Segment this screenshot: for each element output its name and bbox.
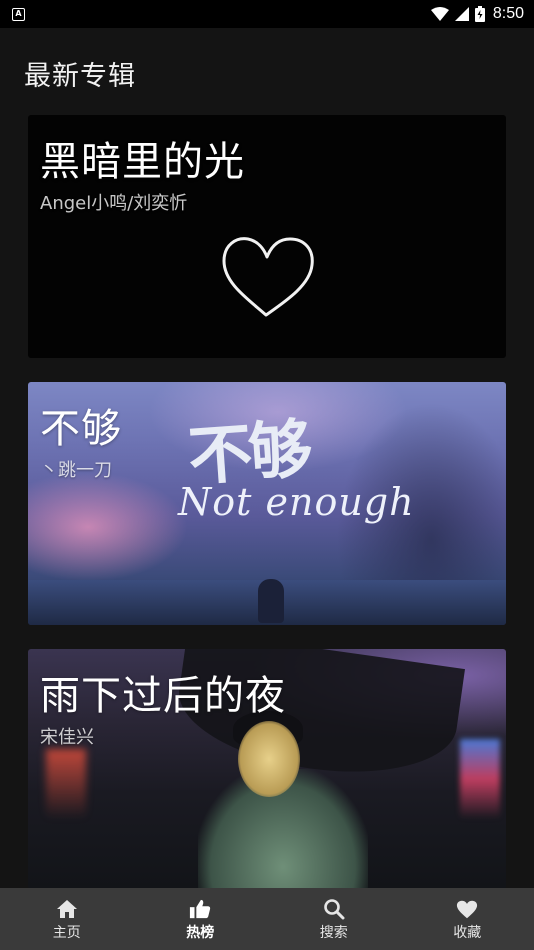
album-artist: 丶跳一刀 (40, 460, 112, 481)
page-title: 最新专辑 (24, 61, 136, 92)
nav-label: 主页 (52, 925, 81, 941)
nav-item-favorites[interactable]: 收藏 (401, 888, 534, 950)
bottom-nav: 主页 热榜 搜索 收藏 (0, 888, 534, 950)
album-card[interactable]: 雨下过后的夜 宋佳兴 (28, 649, 506, 889)
nav-label: 热榜 (186, 925, 215, 941)
heart-icon (456, 898, 478, 920)
home-icon (56, 898, 78, 920)
nav-item-home[interactable]: 主页 (0, 888, 134, 950)
album-title: 黑暗里的光 (40, 139, 245, 185)
thumbs-up-icon (189, 898, 211, 920)
heart-cover-art (222, 237, 314, 317)
nav-label: 收藏 (453, 925, 482, 941)
album-list: 黑暗里的光 Angel小鸣/刘奕忻 不够 Not enough 不够 丶跳一刀 … (28, 115, 506, 913)
album-card[interactable]: 不够 Not enough 不够 丶跳一刀 (28, 382, 506, 625)
status-time: 8:50 (492, 5, 524, 22)
album-card[interactable]: 黑暗里的光 Angel小鸣/刘奕忻 (28, 115, 506, 358)
cover-figure (258, 579, 284, 623)
album-artist: 宋佳兴 (40, 727, 94, 748)
album-title: 不够 (40, 406, 122, 452)
app-notification-icon: A (12, 7, 25, 21)
nav-item-hot-chart[interactable]: 热榜 (134, 888, 268, 950)
cover-city-lights (46, 749, 86, 819)
cover-script-text: Not enough (178, 480, 415, 524)
cover-city-lights (460, 739, 500, 819)
search-icon (323, 898, 345, 920)
wifi-icon (430, 7, 449, 21)
nav-item-search[interactable]: 搜索 (267, 888, 401, 950)
status-bar: A 8:50 (0, 0, 534, 28)
signal-icon (454, 7, 469, 21)
cover-glow (28, 472, 188, 582)
album-artist: Angel小鸣/刘奕忻 (40, 193, 188, 214)
cover-face (238, 721, 300, 797)
nav-label: 搜索 (319, 925, 348, 941)
battery-icon (474, 6, 485, 22)
album-title: 雨下过后的夜 (40, 673, 286, 719)
